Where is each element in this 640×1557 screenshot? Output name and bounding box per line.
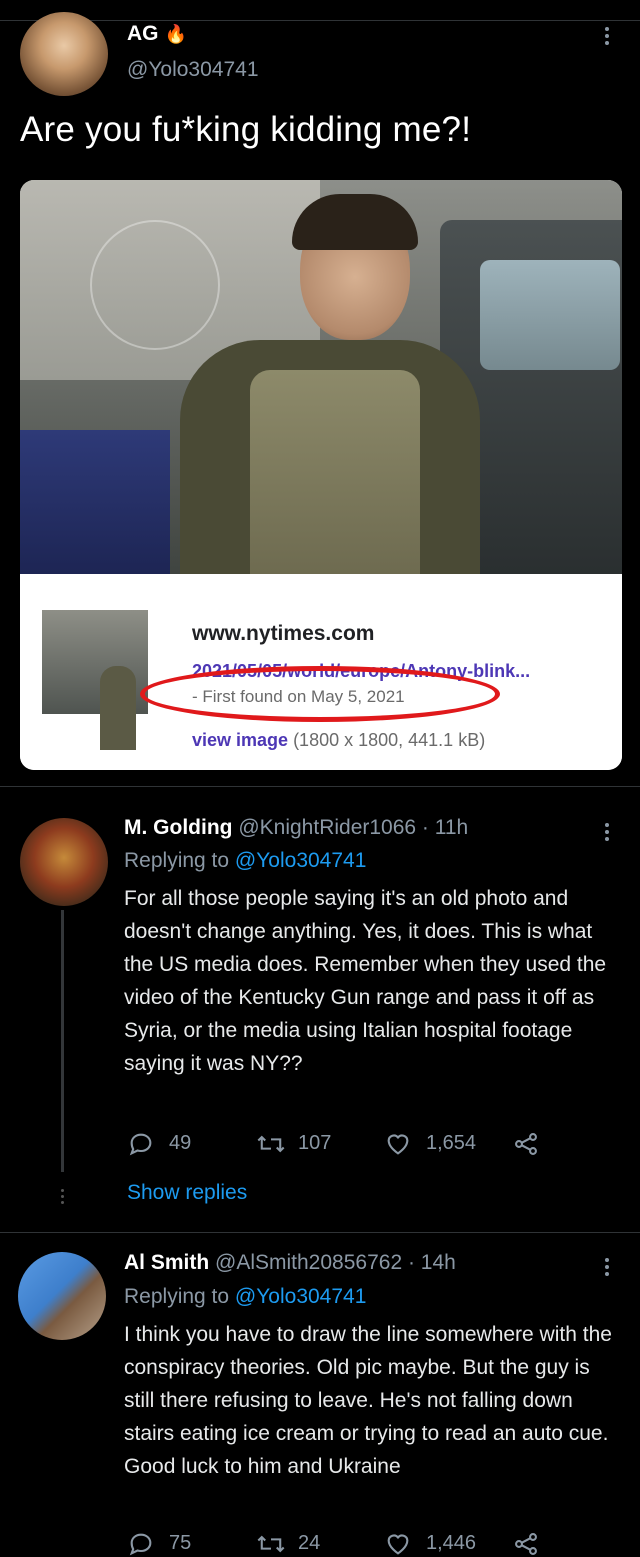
retweet-count: 24 bbox=[298, 1532, 321, 1554]
reply-author-handle[interactable]: @KnightRider1066 · 11h bbox=[238, 816, 468, 839]
author-name-text: AG bbox=[127, 22, 159, 45]
retweet-icon bbox=[257, 1135, 285, 1153]
reply-text: For all those people saying it's an old … bbox=[124, 887, 607, 1075]
replying-to-handle[interactable]: @Yolo304741 bbox=[235, 849, 367, 872]
replying-to-label: Replying to bbox=[124, 849, 230, 872]
show-replies-link[interactable]: Show replies bbox=[127, 1181, 247, 1205]
result-thumbnail[interactable] bbox=[42, 610, 148, 750]
view-image-link[interactable]: view image (1800 x 1800, 441.1 kB) bbox=[192, 730, 485, 751]
reply-avatar[interactable] bbox=[18, 1252, 106, 1340]
retweet-icon bbox=[257, 1535, 285, 1553]
result-domain[interactable]: www.nytimes.com bbox=[192, 622, 374, 646]
reply-avatar[interactable] bbox=[20, 818, 108, 906]
reply-divider bbox=[0, 1232, 640, 1233]
comment-icon bbox=[129, 1533, 152, 1556]
like-count: 1,446 bbox=[426, 1532, 477, 1554]
fire-icon: 🔥 bbox=[164, 24, 187, 44]
reply-count: 75 bbox=[169, 1532, 192, 1554]
reply-count: 49 bbox=[169, 1132, 192, 1154]
photo-vehicle-left bbox=[20, 430, 170, 574]
comment-icon bbox=[129, 1133, 152, 1156]
reply-author-name[interactable]: Al Smith bbox=[124, 1251, 209, 1274]
highlight-circle bbox=[140, 666, 500, 722]
tweet-divider bbox=[0, 786, 640, 787]
replying-to: Replying to @Yolo304741 bbox=[124, 849, 366, 873]
thread-line bbox=[61, 910, 64, 1172]
share-icon bbox=[515, 1133, 537, 1155]
replying-to-handle[interactable]: @Yolo304741 bbox=[235, 1285, 367, 1308]
reverse-image-result: www.nytimes.com 2021/05/05/world/europe/… bbox=[20, 574, 622, 770]
photo-person-vest bbox=[250, 370, 420, 574]
tweet-media[interactable]: www.nytimes.com 2021/05/05/world/europe/… bbox=[20, 180, 622, 770]
author-avatar[interactable] bbox=[20, 12, 108, 96]
replying-to: Replying to @Yolo304741 bbox=[124, 1285, 366, 1309]
reply-author-name[interactable]: M. Golding bbox=[124, 816, 232, 839]
reply-author-handle[interactable]: @AlSmith20856762 · 14h bbox=[215, 1251, 456, 1274]
view-image-label[interactable]: view image bbox=[192, 730, 288, 750]
tweet-photo[interactable] bbox=[20, 180, 622, 580]
reply-author[interactable]: Al Smith @AlSmith20856762 · 14h bbox=[124, 1251, 456, 1275]
share-icon bbox=[515, 1533, 537, 1555]
retweet-count: 107 bbox=[298, 1132, 332, 1154]
thumbnail-person bbox=[100, 666, 136, 750]
photo-vehicle-window bbox=[480, 260, 620, 370]
more-options-icon[interactable] bbox=[604, 1255, 610, 1279]
replying-to-label: Replying to bbox=[124, 1285, 230, 1308]
thread-continuation-dots bbox=[60, 1186, 64, 1207]
author-handle[interactable]: @Yolo304741 bbox=[127, 58, 259, 82]
reply-text: I think you have to draw the line somewh… bbox=[124, 1323, 612, 1478]
top-divider bbox=[0, 20, 640, 21]
author-name[interactable]: AG 🔥 bbox=[127, 22, 187, 46]
more-options-icon[interactable] bbox=[604, 24, 610, 48]
heart-icon bbox=[387, 1534, 409, 1555]
watermark bbox=[90, 220, 220, 350]
reply-author[interactable]: M. Golding @KnightRider1066 · 11h bbox=[124, 816, 468, 840]
heart-icon bbox=[387, 1134, 409, 1155]
more-options-icon[interactable] bbox=[604, 820, 610, 844]
tweet-text: Are you fu*king kidding me?! bbox=[20, 110, 472, 149]
photo-person-hair bbox=[292, 194, 418, 250]
like-count: 1,654 bbox=[426, 1132, 477, 1154]
view-image-meta: (1800 x 1800, 441.1 kB) bbox=[293, 730, 486, 750]
